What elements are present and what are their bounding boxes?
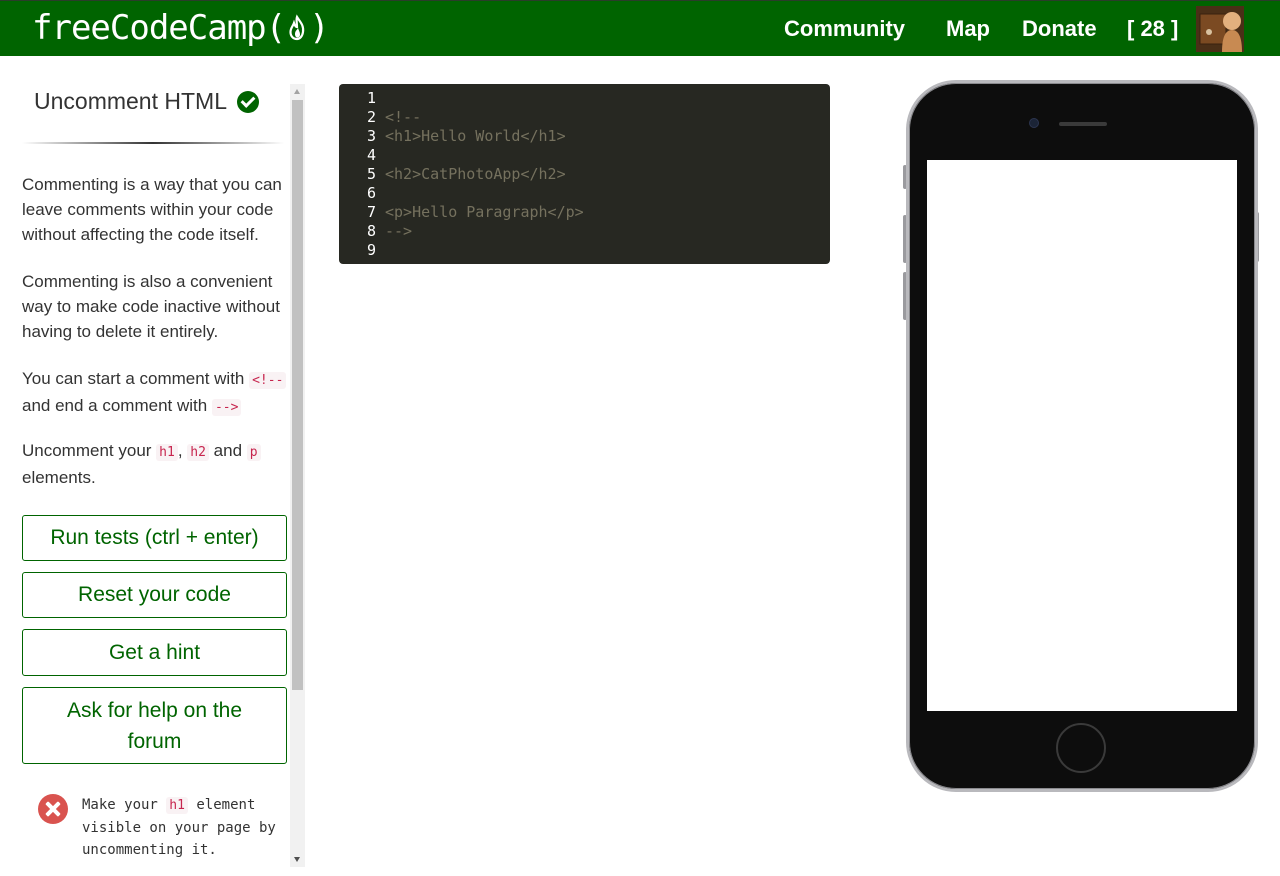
instructions-scrollbar[interactable] bbox=[290, 84, 305, 867]
description-paragraph-2: Commenting is also a convenient way to m… bbox=[22, 272, 280, 341]
get-hint-button[interactable]: Get a hint bbox=[22, 629, 287, 676]
navbar: freeCodeCamp( ) Community Map Donate [ 2… bbox=[0, 0, 1280, 56]
code-text[interactable] bbox=[376, 241, 385, 260]
description-paragraph-1: Commenting is a way that you can leave c… bbox=[22, 175, 282, 244]
points-counter[interactable]: [ 28 ] bbox=[1127, 16, 1178, 42]
code-line[interactable]: 5 <h2>CatPhotoApp</h2> bbox=[339, 165, 830, 184]
scrollbar-thumb[interactable] bbox=[292, 100, 303, 690]
code-line[interactable]: 8 --> bbox=[339, 222, 830, 241]
challenge-title: Uncomment HTML bbox=[34, 88, 227, 114]
completed-check-icon bbox=[236, 90, 259, 113]
nav-link-map[interactable]: Map bbox=[946, 16, 990, 42]
phone-home-button bbox=[1056, 723, 1106, 773]
code-line[interactable]: 3 <h1>Hello World</h1> bbox=[339, 127, 830, 146]
code-line[interactable]: 1 bbox=[339, 89, 830, 108]
test-failed-x-icon bbox=[38, 794, 68, 824]
paragraph-3-text: You can start a comment with bbox=[22, 369, 250, 388]
line-number: 3 bbox=[366, 127, 376, 145]
line-number: 8 bbox=[366, 222, 376, 240]
logo-text-left: freeCodeCamp( bbox=[32, 8, 286, 48]
code-text[interactable]: <!-- bbox=[376, 108, 421, 127]
description-paragraph-4: Uncomment your h1, h2 and p elements. bbox=[22, 438, 290, 490]
code-line[interactable]: 9 bbox=[339, 241, 830, 260]
code-line[interactable]: 7 <p>Hello Paragraph</p> bbox=[339, 203, 830, 222]
scroll-up-arrow-icon[interactable] bbox=[294, 89, 300, 94]
title-divider bbox=[22, 142, 284, 144]
line-number: 7 bbox=[366, 203, 376, 221]
line-number: 1 bbox=[366, 89, 376, 107]
challenge-title-row: Uncomment HTML bbox=[34, 88, 259, 115]
paragraph-4-text-after: elements. bbox=[22, 468, 96, 487]
flame-icon bbox=[286, 13, 308, 43]
code-text[interactable] bbox=[376, 89, 385, 108]
phone-speaker bbox=[1059, 122, 1107, 126]
test-result-text: Make your h1 element visible on your pag… bbox=[82, 794, 282, 861]
nav-link-community[interactable]: Community bbox=[784, 16, 905, 42]
avatar-image bbox=[1196, 6, 1244, 52]
inline-code-h1: h1 bbox=[156, 444, 178, 461]
test-text-before: Make your bbox=[82, 797, 167, 813]
avatar[interactable] bbox=[1196, 6, 1244, 52]
inline-code-comment-close: --> bbox=[211, 399, 242, 416]
nav-link-donate[interactable]: Donate bbox=[1022, 16, 1097, 42]
ask-for-help-button[interactable]: Ask for help on the forum bbox=[22, 687, 287, 764]
line-number: 4 bbox=[366, 146, 376, 164]
preview-screen[interactable] bbox=[927, 160, 1237, 711]
inline-code-comment-open: <!-- bbox=[249, 372, 287, 389]
logo[interactable]: freeCodeCamp( ) bbox=[32, 8, 330, 48]
code-text[interactable]: <h1>Hello World</h1> bbox=[376, 127, 566, 146]
code-text[interactable]: --> bbox=[376, 222, 412, 241]
paragraph-4-sep-1: , bbox=[177, 441, 188, 460]
code-text[interactable]: <h2>CatPhotoApp</h2> bbox=[376, 165, 566, 184]
code-editor[interactable]: 1 2 <!-- 3 <h1>Hello World</h1> 4 5 <h2>CatPhot… bbox=[339, 84, 830, 264]
line-number: 6 bbox=[366, 184, 376, 202]
inline-code-h2: h2 bbox=[187, 444, 209, 461]
logo-text-right: ) bbox=[309, 8, 330, 48]
paragraph-3-text-middle: and end a comment with bbox=[22, 396, 212, 415]
line-number: 9 bbox=[366, 241, 376, 259]
code-text[interactable] bbox=[376, 184, 385, 203]
code-text[interactable] bbox=[376, 146, 385, 165]
paragraph-4-text: Uncomment your bbox=[22, 441, 157, 460]
phone-camera-icon bbox=[1029, 118, 1039, 128]
line-number: 2 bbox=[366, 108, 376, 126]
code-line[interactable]: 6 bbox=[339, 184, 830, 203]
line-number: 5 bbox=[366, 165, 376, 183]
reset-code-button[interactable]: Reset your code bbox=[22, 572, 287, 618]
scroll-down-arrow-icon[interactable] bbox=[294, 857, 300, 862]
code-line[interactable]: 4 bbox=[339, 146, 830, 165]
description-paragraph-3: You can start a comment with <!-- and en… bbox=[22, 366, 290, 420]
code-text[interactable]: <p>Hello Paragraph</p> bbox=[376, 203, 584, 222]
code-line[interactable]: 2 <!-- bbox=[339, 108, 830, 127]
test-inline-code-h1: h1 bbox=[166, 797, 188, 814]
paragraph-4-sep-2: and bbox=[208, 441, 247, 460]
inline-code-p: p bbox=[246, 444, 261, 461]
run-tests-button[interactable]: Run tests (ctrl + enter) bbox=[22, 515, 287, 561]
